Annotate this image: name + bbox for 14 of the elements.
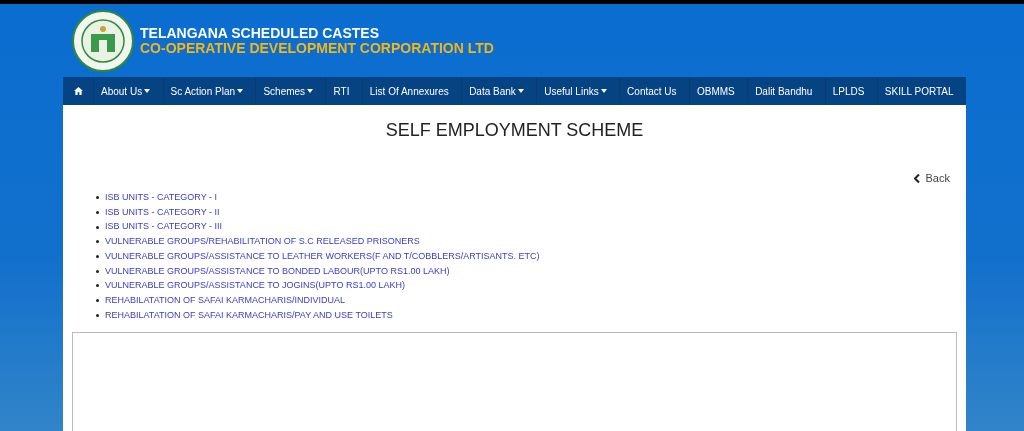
scheme-link[interactable]: VULNERABLE GROUPS/REHABILITATION OF S.C RELEASED PRISONERS xyxy=(105,235,420,249)
scheme-link[interactable]: VULNERABLE GROUPS/ASSISTANCE TO BONDED LABOUR(UPTO RS1.00 LAKH) xyxy=(105,264,450,279)
scheme-link[interactable]: ISB UNITS - CATEGORY - I xyxy=(105,191,218,205)
nav-item[interactable]: SKILL PORTAL xyxy=(877,77,966,105)
scheme-link[interactable]: REHABILATATION OF SAFAI KARMACHARIS/INDIVIDUAL xyxy=(105,293,346,308)
scheme-link[interactable]: VULNERABLE GROUPS/ASSISTANCE TO LEATHER WORKERS(F AND T/COBBLERS/ARTISANTS. ETC) xyxy=(105,249,540,264)
back-link[interactable]: Back xyxy=(913,170,950,187)
scheme-link[interactable]: ISB UNITS - CATEGORY - III xyxy=(105,220,223,234)
scheme-link[interactable]: ISB UNITS - CATEGORY - II xyxy=(105,205,220,220)
page-heading: SELF EMPLOYMENT SCHEME xyxy=(385,119,644,142)
scheme-link[interactable]: REHABILATATION OF SAFAI KARMACHARIS/PAY AND USE TOILETS xyxy=(105,308,393,323)
scheme-link[interactable]: VULNERABLE GROUPS/ASSISTANCE TO JOGINS(UPTO RS1.00 LAKH) xyxy=(105,279,405,293)
site-subtitle: CO-OPERATIVE DEVELOPMENT CORPORATION LTD xyxy=(140,40,494,56)
site-title: TELANGANA SCHEDULED CASTES xyxy=(140,25,381,41)
